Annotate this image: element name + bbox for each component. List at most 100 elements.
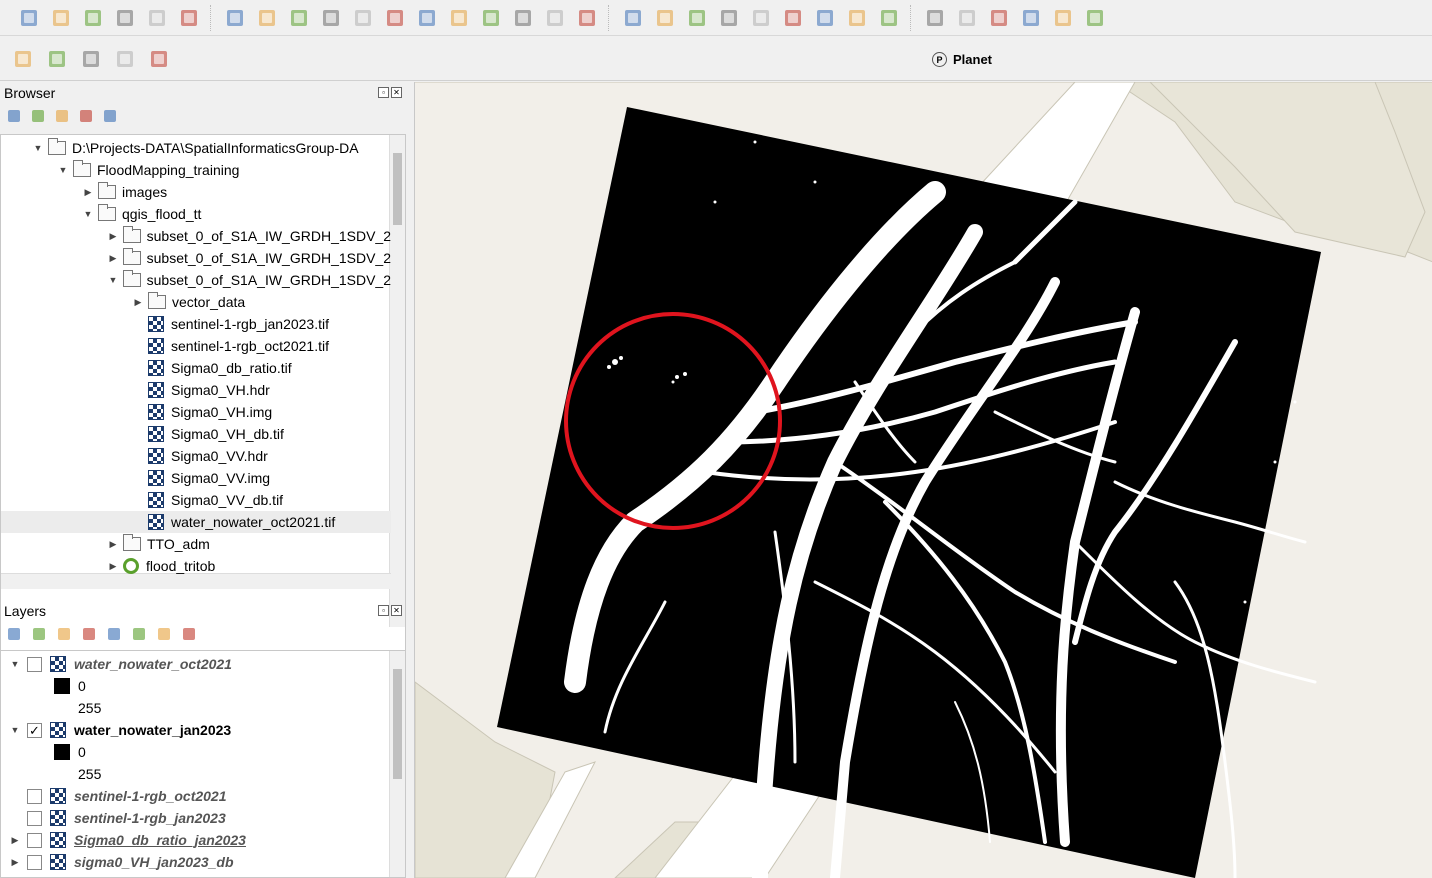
remove-layer-icon[interactable] xyxy=(181,626,197,642)
layers-vscroll[interactable] xyxy=(389,651,405,877)
style-icon[interactable] xyxy=(6,626,22,642)
info-icon[interactable] xyxy=(102,108,118,124)
save-icon[interactable] xyxy=(142,3,172,33)
browser-file-item[interactable]: Sigma0_VH.hdr xyxy=(1,379,391,401)
layer-visibility-checkbox[interactable] xyxy=(27,854,42,870)
label-tool-5-icon[interactable] xyxy=(874,3,904,33)
label-abc-icon[interactable] xyxy=(618,3,648,33)
chevron-down-icon[interactable]: ▼ xyxy=(82,209,94,219)
add-selected-icon[interactable] xyxy=(6,108,22,124)
cloud-icon[interactable] xyxy=(1016,3,1046,33)
close-icon[interactable]: ✕ xyxy=(391,605,402,616)
help-icon[interactable] xyxy=(1080,3,1110,33)
chevron-down-icon[interactable]: ▼ xyxy=(107,275,119,285)
browser-folder-item[interactable]: ▼ subset_0_of_S1A_IW_GRDH_1SDV_2 xyxy=(1,269,391,291)
save-edits-icon[interactable] xyxy=(284,3,314,33)
map-canvas[interactable] xyxy=(414,82,1432,878)
label-tool-2-icon[interactable] xyxy=(778,3,808,33)
browser-folder-item[interactable]: ▶ images xyxy=(1,181,391,203)
browser-file-item[interactable]: ▶ flood_tritob xyxy=(1,555,391,577)
edit-pencil-icon[interactable] xyxy=(220,3,250,33)
node-tool-icon[interactable] xyxy=(348,3,378,33)
planet-toolbar[interactable]: P Planet xyxy=(932,52,992,67)
label-tool-4-icon[interactable] xyxy=(842,3,872,33)
vertex-icon[interactable] xyxy=(174,3,204,33)
map-icon[interactable] xyxy=(76,44,106,74)
browser-file-item[interactable]: Sigma0_VV.hdr xyxy=(1,445,391,467)
browser-file-item[interactable]: Sigma0_VH_db.tif xyxy=(1,423,391,445)
browser-file-item[interactable]: Sigma0_VV.img xyxy=(1,467,391,489)
satellite-icon[interactable] xyxy=(144,44,174,74)
geo-pin-icon[interactable] xyxy=(110,44,140,74)
label-toggle-icon[interactable] xyxy=(682,3,712,33)
visibility-icon[interactable] xyxy=(56,626,72,642)
browser-file-item[interactable]: Sigma0_VV_db.tif xyxy=(1,489,391,511)
expand-icon[interactable] xyxy=(131,626,147,642)
browser-folder-item[interactable]: ▶ subset_0_of_S1A_IW_GRDH_1SDV_2 xyxy=(1,247,391,269)
chevron-right-icon[interactable]: ▶ xyxy=(9,857,21,868)
open-project-icon[interactable] xyxy=(14,3,44,33)
browser-folder-item[interactable]: ▼ D:\Projects-DATA\SpatialInformaticsGrou… xyxy=(1,137,391,159)
copy-icon[interactable] xyxy=(476,3,506,33)
browser-file-item[interactable]: Sigma0_db_ratio.tif xyxy=(1,357,391,379)
refresh-icon[interactable] xyxy=(30,108,46,124)
layer-visibility-checkbox[interactable] xyxy=(27,656,42,672)
float-icon[interactable]: ▫ xyxy=(378,87,389,98)
layer-item[interactable]: ▶ sigma0_VH_jan2023_db xyxy=(1,851,391,873)
add-group-icon[interactable] xyxy=(31,626,47,642)
browser-folder-item[interactable]: ▶ vector_data xyxy=(1,291,391,313)
chevron-right-icon[interactable]: ▶ xyxy=(9,835,21,846)
chevron-right-icon[interactable]: ▶ xyxy=(82,187,94,198)
chevron-down-icon[interactable]: ▼ xyxy=(57,165,69,175)
label-tool-3-icon[interactable] xyxy=(810,3,840,33)
layer-item[interactable]: ▼ water_nowater_oct2021 xyxy=(1,653,391,675)
browser-folder-item[interactable]: ▶ subset_0_of_S1A_IW_GRDH_1SDV_2 xyxy=(1,225,391,247)
attribute-table-icon[interactable] xyxy=(380,3,410,33)
layer-visibility-checkbox[interactable] xyxy=(27,832,42,848)
pen-icon[interactable] xyxy=(110,3,140,33)
filter-expression-icon[interactable] xyxy=(106,626,122,642)
chevron-right-icon[interactable]: ▶ xyxy=(132,297,144,308)
layer-visibility-checkbox[interactable]: ✓ xyxy=(27,722,42,738)
chevron-right-icon[interactable]: ▶ xyxy=(107,539,119,550)
new-geopackage-icon[interactable] xyxy=(46,3,76,33)
pencil-icon[interactable] xyxy=(252,3,282,33)
layers-tree[interactable]: ▼ water_nowater_oct2021 0 255 ▼ ✓ water_nowate… xyxy=(0,650,406,878)
python-icon[interactable] xyxy=(952,3,982,33)
browser-folder-item[interactable]: ▶ TTO_adm xyxy=(1,533,391,555)
paste-icon[interactable] xyxy=(508,3,538,33)
layer-visibility-checkbox[interactable] xyxy=(27,788,42,804)
cut-icon[interactable] xyxy=(444,3,474,33)
label-red-icon[interactable] xyxy=(714,3,744,33)
zoom-icon[interactable] xyxy=(42,44,72,74)
browser-folder-item[interactable]: ▼ FloodMapping_training xyxy=(1,159,391,181)
delete-icon[interactable] xyxy=(412,3,442,33)
chevron-down-icon[interactable]: ▼ xyxy=(32,143,44,153)
browser-vscroll-thumb[interactable] xyxy=(393,153,402,225)
layer-item[interactable]: sentinel-1-rgb_oct2021 xyxy=(1,785,391,807)
layer-item[interactable]: sentinel-1-rgb_jan2023 xyxy=(1,807,391,829)
chevron-right-icon[interactable]: ▶ xyxy=(107,253,119,264)
close-icon[interactable]: ✕ xyxy=(391,87,402,98)
globe-icon[interactable] xyxy=(1048,3,1078,33)
digitize-icon[interactable] xyxy=(78,3,108,33)
chevron-down-icon[interactable]: ▼ xyxy=(9,659,21,669)
osm-icon[interactable] xyxy=(920,3,950,33)
browser-file-item[interactable]: sentinel-1-rgb_jan2023.tif xyxy=(1,313,391,335)
redo-icon[interactable] xyxy=(572,3,602,33)
browser-file-item[interactable]: sentinel-1-rgb_oct2021.tif xyxy=(1,335,391,357)
plugin-gear-icon[interactable] xyxy=(984,3,1014,33)
layers-vscroll-thumb[interactable] xyxy=(393,669,402,779)
add-feature-icon[interactable] xyxy=(316,3,346,33)
filter-icon[interactable] xyxy=(81,626,97,642)
layer-visibility-checkbox[interactable] xyxy=(27,810,42,826)
collapse-icon[interactable] xyxy=(78,108,94,124)
gpx-icon[interactable] xyxy=(8,44,38,74)
undo-icon[interactable] xyxy=(540,3,570,33)
collapse-icon[interactable] xyxy=(156,626,172,642)
browser-file-item[interactable]: Sigma0_VH.img xyxy=(1,401,391,423)
label-pin-icon[interactable] xyxy=(650,3,680,33)
browser-vscroll[interactable] xyxy=(389,135,405,627)
chevron-down-icon[interactable]: ▼ xyxy=(9,725,21,735)
browser-tree[interactable]: ▼ D:\Projects-DATA\SpatialInformaticsGrou… xyxy=(0,134,406,658)
